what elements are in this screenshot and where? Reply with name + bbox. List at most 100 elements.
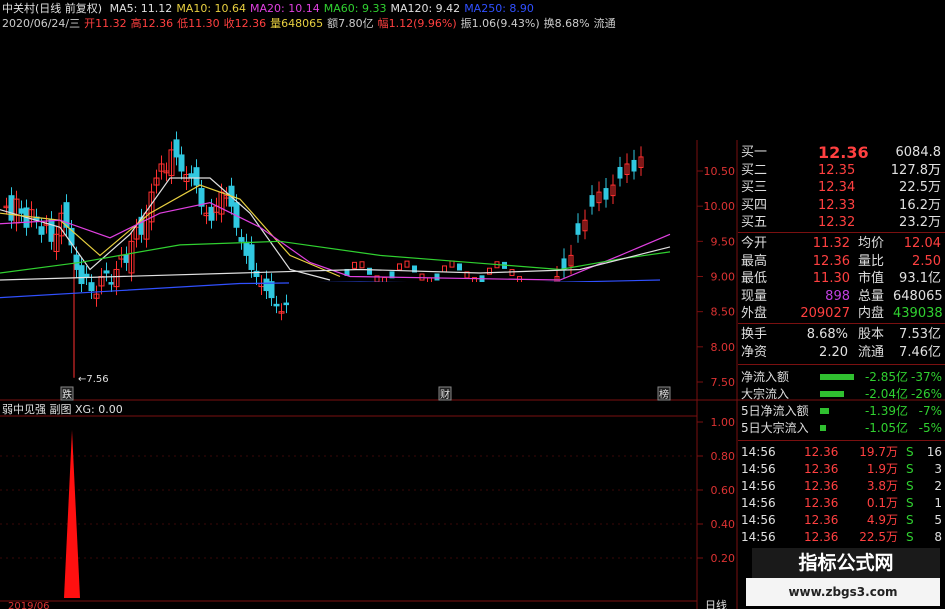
candle-body <box>442 265 447 273</box>
candle-body <box>457 263 462 271</box>
price-axis-label: 7.50 <box>711 376 736 389</box>
candle-body <box>359 261 365 269</box>
signal-spike <box>64 430 80 598</box>
flow-bar <box>820 391 844 397</box>
panel-separator <box>738 440 945 441</box>
candle-body <box>617 166 623 179</box>
candle-body <box>238 237 245 242</box>
quote-field-4: 收12.36 <box>223 17 267 30</box>
quote-field-3: 低11.30 <box>177 17 220 30</box>
panel-separator <box>738 232 945 233</box>
quote-field-9: 换8.68% <box>543 17 590 30</box>
trade-tick-row: 14:56 12.36 3.8万 S 2 <box>741 479 942 493</box>
period-label: 日线 <box>705 598 727 609</box>
sub-axis-label: 0.20 <box>711 552 736 565</box>
event-tag-right: 榜 <box>659 388 669 401</box>
trade-tick-row: 14:56 12.36 4.9万 S 5 <box>741 513 942 527</box>
candle-body <box>83 273 90 277</box>
stat-row-4: 外盘 209027 内盘 439038 <box>741 306 943 321</box>
quote-field-1: 开11.32 <box>84 17 127 30</box>
panel-separator <box>738 364 945 365</box>
watermark-url: www.zbgs3.com <box>746 578 940 606</box>
event-tag-mid: 财 <box>440 388 450 401</box>
candle-body <box>38 226 45 235</box>
candle-body <box>173 139 180 158</box>
flow-row-1: 大宗流入 -2.04亿 -26% <box>741 387 942 401</box>
price-axis-label: 9.50 <box>711 235 736 248</box>
sub-chart-title: 弱中见强 副图 XG: 0.00 <box>2 403 123 416</box>
watermark-title: 指标公式网 <box>752 548 940 578</box>
header-ma-line: 中关村(日线 前复权) MA5: 11.12 MA10: 10.64 MA20: 1… <box>2 2 542 16</box>
candle-body <box>8 195 15 221</box>
candle-body <box>434 273 440 281</box>
ma-label-4: MA120: 9.42 <box>390 2 461 15</box>
candle-body <box>575 223 581 235</box>
quote-field-8: 振1.06(9.43%) <box>460 17 540 30</box>
quote-field-5: 量648065 <box>270 17 324 30</box>
redacted-area-top <box>533 30 945 140</box>
quote-field-0: 2020/06/24/三 <box>2 17 81 30</box>
panel-separator <box>738 323 945 324</box>
candle-body <box>18 208 25 214</box>
sub-axis-label: 0.60 <box>711 484 736 497</box>
stat2-row-0: 换手 8.68% 股本 7.53亿 <box>741 327 941 342</box>
ma-label-1: MA10: 10.64 <box>176 2 247 15</box>
ma-label-5: MA250: 8.90 <box>464 2 534 15</box>
candle-body <box>78 265 85 285</box>
bid-row-4: 买四 12.33 16.2万 <box>741 197 941 213</box>
price-axis-label: 10.00 <box>704 200 736 213</box>
ma-label-0: MA5: 11.12 <box>109 2 173 15</box>
candle-body <box>48 219 55 242</box>
trade-tick-row: 14:56 12.36 22.5万 S 8 <box>741 530 942 544</box>
candle-body <box>208 206 215 221</box>
candle-body <box>88 282 95 292</box>
price-axis-label: 9.00 <box>711 271 736 284</box>
candle-body <box>419 273 425 281</box>
flow-bar <box>820 425 826 431</box>
bid-row-3: 买三 12.34 22.5万 <box>741 180 941 195</box>
sub-axis-label: 0.80 <box>711 450 736 463</box>
flow-row-0: 净流入额 -2.85亿 -37% <box>741 370 942 384</box>
redacted-area-chart <box>289 282 657 328</box>
bid-row-5: 买五 12.32 23.2万 <box>741 215 941 230</box>
quote-field-10: 流通 <box>593 17 616 30</box>
price-axis-label: 8.00 <box>711 341 736 354</box>
bid-row-1: 买一 12.36 6084.8万 <box>741 143 941 179</box>
trade-tick-row: 14:56 12.36 1.9万 S 3 <box>741 462 942 476</box>
bid-row-2: 买二 12.35 127.8万 <box>741 162 941 178</box>
candle-body <box>404 260 410 268</box>
stat-row-3: 现量 898 总量 648065 <box>741 288 943 304</box>
header-quote-line: 2020/06/24/三 开11.32 高12.36 低11.30 收12.36 量648… <box>2 17 624 31</box>
candle-body <box>178 154 185 172</box>
candle-body <box>509 269 515 277</box>
stat2-row-1: 净资 2.20 流通 7.46亿 <box>741 344 941 360</box>
candle-body <box>561 258 567 270</box>
candle-body <box>193 167 200 186</box>
quote-field-7: 幅1.12(9.96%) <box>377 17 457 30</box>
ma20-line <box>0 202 671 281</box>
price-axis-label: 8.50 <box>711 306 736 319</box>
candle-body <box>273 303 280 307</box>
sub-axis-label: 0.40 <box>711 518 736 531</box>
trade-tick-row: 14:56 12.36 0.1万 S 1 <box>741 496 942 510</box>
ma-label-3: MA60: 9.33 <box>323 2 387 15</box>
event-tag-left: 跌 <box>62 388 72 401</box>
flow-row-3: 5日大宗流入 -1.05亿 -5% <box>741 421 942 435</box>
candle-body <box>108 282 115 285</box>
candle-body <box>589 195 595 207</box>
sub-axis-label: 1.00 <box>711 416 736 429</box>
stat-row-0: 今开 11.32 均价 12.04 <box>741 236 941 251</box>
candle-body <box>603 188 609 200</box>
stat-row-2: 最低 11.30 市值 93.1亿 <box>741 271 941 286</box>
flow-bar <box>820 408 829 414</box>
ma-label-2: MA20: 10.14 <box>250 2 320 15</box>
quote-field-6: 额7.80亿 <box>327 17 374 30</box>
candle-body <box>631 159 637 172</box>
flow-row-2: 5日净流入额 -1.39亿 -7% <box>741 404 942 418</box>
candle-body <box>188 173 195 179</box>
flow-bar <box>820 374 854 380</box>
candle-body <box>123 254 130 263</box>
bottom-date: 2019/06 <box>8 601 50 609</box>
stock-title: 中关村(日线 前复权) <box>2 2 103 15</box>
price-axis-label: 10.50 <box>704 165 736 178</box>
